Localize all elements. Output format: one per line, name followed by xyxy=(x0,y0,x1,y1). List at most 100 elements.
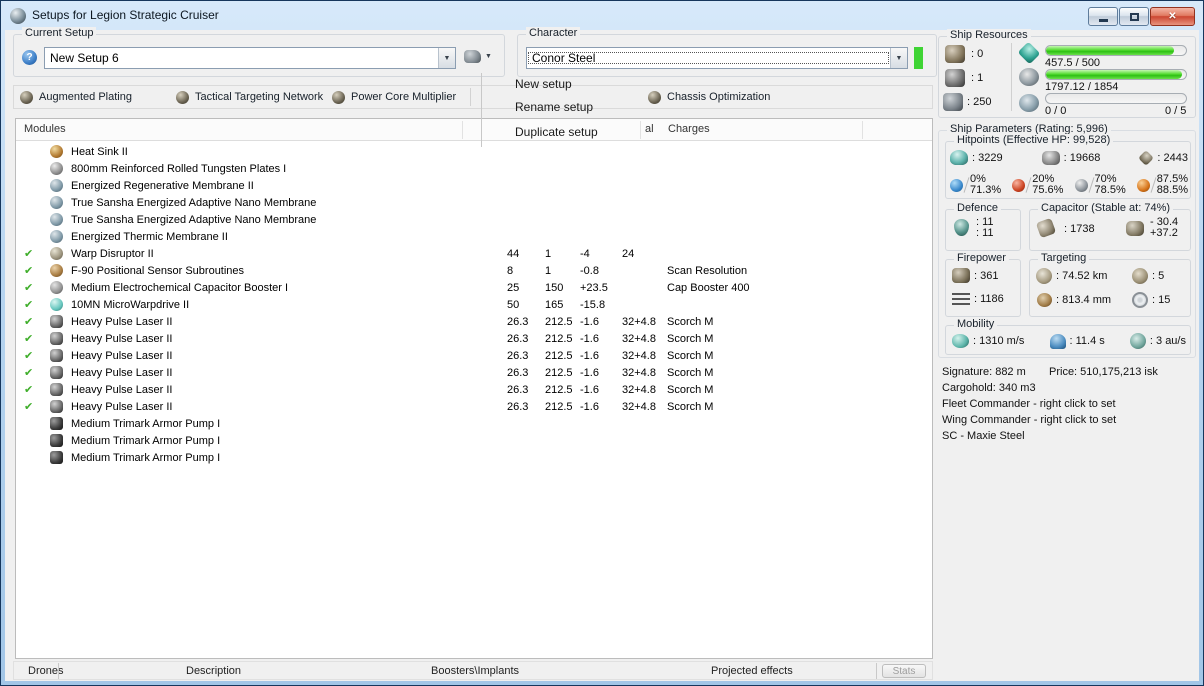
module-charge: Scan Resolution xyxy=(667,264,748,277)
armor-pump-icon xyxy=(50,451,63,464)
calibration-icon xyxy=(943,93,963,111)
module-range-value: 32+4.8 xyxy=(622,366,656,379)
module-row[interactable]: ✔ Heavy Pulse Laser II 26.3 212.5 -1.6 32+4.8… xyxy=(16,364,932,381)
powergrid-value: 1797.12 / 1854 xyxy=(1045,81,1119,93)
menu-item-rename-setup[interactable]: Rename setup xyxy=(515,100,593,114)
defence-title: Defence xyxy=(954,202,1001,214)
titlebar[interactable]: Setups for Legion Strategic Cruiser ✕ xyxy=(1,1,1203,30)
warp-speed-value: : 3 au/s xyxy=(1149,335,1186,347)
module-cap-value: -4 xyxy=(580,247,590,260)
module-cpu-value: 25 xyxy=(507,281,520,294)
thermal-resist-icon xyxy=(1012,178,1026,192)
subsystem-item-offensive[interactable]: Chassis Optimization xyxy=(648,86,770,108)
character-combobox[interactable]: Conor Steel ▼ xyxy=(526,47,908,69)
resist-divider xyxy=(963,177,970,193)
subsystem-defensive-icon xyxy=(20,90,33,104)
module-row[interactable]: ✔ F-90 Positional Sensor Subroutines 8 1 -0.… xyxy=(16,262,932,279)
column-separator xyxy=(862,121,863,139)
maximize-button[interactable] xyxy=(1119,7,1149,26)
help-icon[interactable]: ? xyxy=(22,50,37,65)
module-cpu-value: 26.3 xyxy=(507,349,529,362)
module-range-value: 32+4.8 xyxy=(622,383,656,396)
module-row[interactable]: ✔ Heavy Pulse Laser II 26.3 212.5 -1.6 32+4.8… xyxy=(16,381,932,398)
pulse-laser-icon xyxy=(50,315,63,328)
module-row[interactable]: Heat Sink II xyxy=(16,143,932,160)
resist-divider xyxy=(1088,177,1094,193)
app-icon xyxy=(10,8,26,24)
close-button[interactable]: ✕ xyxy=(1150,7,1195,26)
tab-boosters-implants[interactable]: Boosters\Implants xyxy=(431,665,519,677)
module-active-check-icon: ✔ xyxy=(24,333,34,345)
current-setup-combobox[interactable]: New Setup 6 ▼ xyxy=(44,47,456,69)
cpu-value: 457.5 / 500 xyxy=(1045,57,1101,69)
tab-projected-effects[interactable]: Projected effects xyxy=(711,665,793,677)
chevron-down-icon[interactable]: ▼ xyxy=(890,48,907,68)
current-setup-label: Current Setup xyxy=(22,27,97,39)
module-row[interactable]: ✔ Heavy Pulse Laser II 26.3 212.5 -1.6 32+4.8… xyxy=(16,313,932,330)
capacitor-recharge: +37.2 xyxy=(1150,227,1178,239)
tab-description[interactable]: Description xyxy=(186,665,241,677)
module-cpu-value: 26.3 xyxy=(507,400,529,413)
module-row[interactable]: Medium Trimark Armor Pump I xyxy=(16,415,932,432)
module-pg-value: 212.5 xyxy=(545,366,573,379)
module-cpu-value: 26.3 xyxy=(507,332,529,345)
module-row[interactable]: True Sansha Energized Adaptive Nano Memb… xyxy=(16,194,932,211)
powergrid-bar xyxy=(1045,69,1187,80)
content: Current Setup ? New Setup 6 ▼ ▼ Characte… xyxy=(5,27,1199,681)
squad-commander-text[interactable]: SC - Maxie Steel xyxy=(942,430,1025,442)
module-row[interactable]: Energized Thermic Membrane II xyxy=(16,228,932,245)
module-cap-value: -1.6 xyxy=(580,366,599,379)
module-row[interactable]: 800mm Reinforced Rolled Tungsten Plates … xyxy=(16,160,932,177)
wing-commander-text[interactable]: Wing Commander - right click to set xyxy=(942,414,1116,426)
cap-injector-icon xyxy=(1126,221,1144,236)
subsystem-item-engineering[interactable]: Power Core Multiplier xyxy=(332,86,456,108)
subsystem-engineering-icon xyxy=(332,90,345,104)
subsystem-item-electronics[interactable]: Tactical Targeting Network xyxy=(176,86,323,108)
kinetic-armor-resist: 78.5% xyxy=(1094,184,1126,196)
module-row[interactable]: ✔ 10MN MicroWarpdrive II 50 165 -15.8 xyxy=(16,296,932,313)
menu-item-new-setup[interactable]: New setup xyxy=(515,77,572,91)
membrane-icon xyxy=(50,196,63,209)
dronebay-value: 0 / 0 xyxy=(1045,105,1067,117)
setup-tools-button[interactable]: ▼ xyxy=(464,50,492,63)
fleet-commander-text[interactable]: Fleet Commander - right click to set xyxy=(942,398,1116,410)
current-setup-value: New Setup 6 xyxy=(50,51,119,65)
module-name: Medium Trimark Armor Pump I xyxy=(71,417,221,430)
subsystem-label: Power Core Multiplier xyxy=(351,91,457,103)
module-row[interactable]: Energized Regenerative Membrane II xyxy=(16,177,932,194)
minimize-button[interactable] xyxy=(1088,7,1118,26)
chevron-down-icon[interactable]: ▼ xyxy=(438,48,455,68)
module-row[interactable]: ✔ Heavy Pulse Laser II 26.3 212.5 -1.6 32+4.8… xyxy=(16,398,932,415)
module-row[interactable]: ✔ Heavy Pulse Laser II 26.3 212.5 -1.6 32+4.8… xyxy=(16,347,932,364)
module-row[interactable]: ✔ Warp Disruptor II 44 1 -4 24 xyxy=(16,245,932,262)
subsystem-item-defensive[interactable]: Augmented Plating xyxy=(20,86,132,108)
menu-item-duplicate-setup[interactable]: Duplicate setup xyxy=(515,125,598,139)
modules-column-header: Modules xyxy=(24,123,66,135)
membrane-icon xyxy=(50,230,63,243)
launcher-hardpoints-icon xyxy=(945,69,965,87)
align-time-value: : 11.4 s xyxy=(1069,335,1105,347)
resist-divider xyxy=(1150,177,1157,193)
structure-hp-icon xyxy=(1138,149,1155,166)
module-row[interactable]: True Sansha Energized Adaptive Nano Memb… xyxy=(16,211,932,228)
stats-button[interactable]: Stats xyxy=(882,664,926,678)
align-time-icon xyxy=(1049,333,1066,349)
character-value: Conor Steel xyxy=(527,51,890,65)
membrane-icon xyxy=(50,213,63,226)
module-row[interactable]: ✔ Heavy Pulse Laser II 26.3 212.5 -1.6 32+4.8… xyxy=(16,330,932,347)
cpu-bar xyxy=(1045,45,1187,56)
module-name: Medium Trimark Armor Pump I xyxy=(71,434,221,447)
module-cap-value: -1.6 xyxy=(580,400,599,413)
module-name: Medium Trimark Armor Pump I xyxy=(71,451,221,464)
capacitor-amount: : 1738 xyxy=(1064,223,1095,235)
module-cpu-value: 26.3 xyxy=(507,315,529,328)
module-charge: Scorch M xyxy=(667,315,714,328)
module-row[interactable]: Medium Trimark Armor Pump I xyxy=(16,449,932,466)
mwd-icon xyxy=(50,298,63,311)
sensor-subroutines-icon xyxy=(50,264,63,277)
module-row[interactable]: Medium Trimark Armor Pump I xyxy=(16,432,932,449)
module-active-check-icon: ✔ xyxy=(24,299,34,311)
module-row[interactable]: ✔ Medium Electrochemical Capacitor Booste… xyxy=(16,279,932,296)
drone-bandwidth-value: 0 / 5 xyxy=(1165,105,1187,117)
subsystem-label: Augmented Plating xyxy=(39,91,132,103)
